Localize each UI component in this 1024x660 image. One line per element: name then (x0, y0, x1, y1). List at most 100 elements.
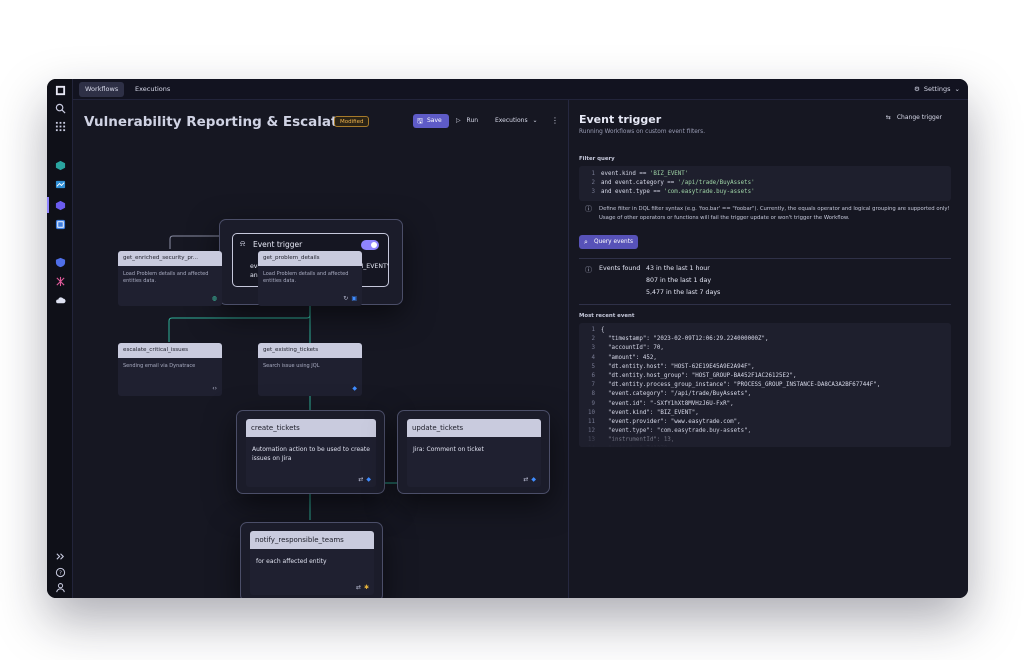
line-number: 5 (591, 363, 596, 370)
code-line: 8 "event.category": "/api/trade/BuyAsset… (579, 390, 951, 399)
task-name: get_enriched_security_pr... (118, 251, 222, 266)
expand-icon[interactable] (52, 548, 68, 564)
change-trigger-button[interactable]: ⇆ Change trigger (886, 114, 942, 121)
search-icon[interactable] (52, 100, 68, 116)
help-icon[interactable]: ? (52, 564, 68, 580)
code-line: 4 "amount": 452, (579, 354, 951, 363)
app-cube-icon[interactable] (52, 197, 68, 213)
code-operator-text: event.kind == (601, 171, 650, 177)
app-dashboard-icon[interactable] (52, 216, 68, 232)
settings-menu[interactable]: ⚙ Settings ⌄ (914, 82, 960, 97)
code-text: "timestamp": "2023-02-09T12:06:29.224000… (601, 336, 769, 343)
workflow-canvas[interactable]: Vulnerability Reporting & Escalation Mod… (73, 100, 568, 598)
code-line: 11 "event.provider": "www.easytrade.com"… (579, 418, 951, 427)
dynatrace-logo-icon[interactable] (52, 82, 68, 98)
code-line: 9 "event.id": "-SXfY1hXt8MVHzJ6U-FxR", (579, 400, 951, 409)
recent-event-label: Most recent event (579, 313, 635, 319)
task-notify-responsible-teams[interactable]: notify_responsible_teams for each affect… (250, 531, 374, 595)
user-icon[interactable] (52, 579, 68, 595)
code-line: 5 "dt.entity.host": "HOST-62E19E45A9E2A9… (579, 363, 951, 372)
task-create-tickets[interactable]: create_tickets Automation action to be u… (246, 419, 376, 487)
code-string: 'com.easytrade.buy-assets' (663, 189, 755, 196)
task-escalate-critical[interactable]: escalate_critical_issues Sending email v… (118, 343, 222, 396)
globe-icon: ◍ (211, 295, 217, 302)
code-operator-text: and event.type == (601, 189, 664, 196)
task-update-tickets[interactable]: update_tickets Jira: Comment on ticket ⇄… (407, 419, 541, 487)
code-line: 1{ (579, 326, 951, 335)
trigger-panel: Event trigger Running Workflows on custo… (568, 100, 968, 598)
code-text: "amount": 452, (601, 354, 657, 361)
task-name: update_tickets (407, 419, 541, 437)
task-description: Automation action to be used to create i… (252, 446, 370, 462)
query-events-button[interactable]: ⌕ Query events (579, 235, 638, 249)
info-icon: ⓘ (585, 205, 592, 213)
line-number: 11 (588, 418, 595, 425)
code-text: "event.id": "-SXfY1hXt8MVHzJ6U-FxR", (601, 400, 734, 407)
app-icon: ▣ (351, 295, 357, 302)
filter-query-editor[interactable]: 1 event.kind == 'BIZ_EVENT' 2 and event.cat… (579, 166, 951, 201)
filter-info: ⓘ Define filter in DQL filter syntax (e.… (585, 205, 951, 223)
task-get-enriched[interactable]: get_enriched_security_pr... Load Problem… (118, 251, 222, 306)
task-get-problem-details[interactable]: get_problem_details Load Problem details… (258, 251, 362, 306)
task-notify-frame[interactable]: notify_responsible_teams for each affect… (240, 522, 383, 598)
code-text: "dt.entity.host_group": "HOST_GROUP-BA45… (601, 372, 797, 379)
task-description: Load Problem details and affected entiti… (123, 271, 209, 284)
code-text: "dt.entity.process_group_instance": "PRO… (601, 382, 881, 389)
line-number: 10 (588, 409, 595, 416)
line-number: 6 (591, 372, 596, 379)
recent-event-viewer[interactable]: 1{2 "timestamp": "2023-02-09T12:06:29.22… (579, 323, 951, 447)
events-count-day: 807 in the last 1 day (646, 277, 712, 284)
code-text: "event.kind": "BIZ_EVENT", (601, 409, 699, 416)
task-name: notify_responsible_teams (250, 531, 374, 549)
task-get-existing-tickets[interactable]: get_existing_tickets Search issue using … (258, 343, 362, 396)
chevron-down-icon: ⌄ (954, 85, 960, 93)
task-update-tickets-frame[interactable]: update_tickets Jira: Comment on ticket ⇄… (397, 410, 550, 494)
code-string: 'BIZ_EVENT' (649, 171, 689, 177)
active-app-indicator (47, 197, 49, 213)
line-number: 3 (591, 189, 596, 196)
line-number: 1 (591, 171, 596, 177)
task-description: Sending email via Dynatrace (123, 363, 196, 369)
line-number: 2 (591, 180, 596, 187)
line-number: 2 (591, 336, 596, 343)
slack-icon: ✱ (363, 584, 369, 591)
code-text: "event.provider": "www.easytrade.com", (601, 418, 741, 425)
code-line: 3 and event.type == 'com.easytrade.buy-as… (579, 188, 951, 197)
app-cloud-icon[interactable] (52, 292, 68, 308)
line-number: 8 (591, 391, 596, 398)
app-chart-icon[interactable] (52, 176, 68, 192)
code-line: 10 "event.kind": "BIZ_EVENT", (579, 409, 951, 418)
change-trigger-label: Change trigger (896, 114, 942, 121)
code-line: 2 "timestamp": "2023-02-09T12:06:29.2240… (579, 335, 951, 344)
events-count-hour: 43 in the last 1 hour (646, 265, 710, 272)
task-name: create_tickets (246, 419, 376, 437)
app-network-icon[interactable] (52, 273, 68, 289)
code-operator-text: and event.category == (601, 180, 678, 187)
events-count-week: 5,477 in the last 7 days (646, 289, 721, 296)
code-line: 2 and event.category == '/api/trade/BuyAs… (579, 179, 951, 188)
tab-executions[interactable]: Executions (129, 82, 176, 97)
apps-grid-icon[interactable] (52, 118, 68, 134)
tab-workflows[interactable]: Workflows (79, 82, 125, 97)
task-create-tickets-frame[interactable]: create_tickets Automation action to be u… (236, 410, 385, 494)
code-icon: ‹› (212, 385, 217, 392)
app-window: ? Workflows Executions ⚙ Settings ⌄ Vuln… (47, 79, 968, 598)
code-line: 1 event.kind == 'BIZ_EVENT' (579, 170, 951, 179)
trigger-enabled-toggle[interactable] (361, 240, 379, 250)
app-shield-icon[interactable] (52, 254, 68, 270)
code-text: "event.category": "/api/trade/BuyAssets"… (601, 391, 752, 398)
panel-subtitle: Running Workflows on custom event filter… (579, 129, 706, 135)
line-number: 9 (591, 400, 596, 407)
code-text: and event.category == '/api/trade/BuyAss… (601, 179, 755, 188)
code-line: 3 "accountId": 70, (579, 344, 951, 353)
loop-icon: ⇄ (523, 476, 529, 483)
app-hexagon-icon[interactable] (52, 157, 68, 173)
line-number: 3 (591, 345, 596, 352)
search-icon: ⌕ (584, 238, 588, 246)
task-description: Jira: Comment on ticket (413, 446, 484, 453)
code-text: event.kind == 'BIZ_EVENT' (601, 170, 688, 179)
code-text: and event.type == 'com.easytrade.buy-ass… (601, 188, 755, 197)
code-string: '/api/trade/BuyAssets' (677, 180, 755, 187)
edge-problem-escalate (168, 306, 311, 342)
bell-icon: ⍾ (240, 239, 246, 248)
